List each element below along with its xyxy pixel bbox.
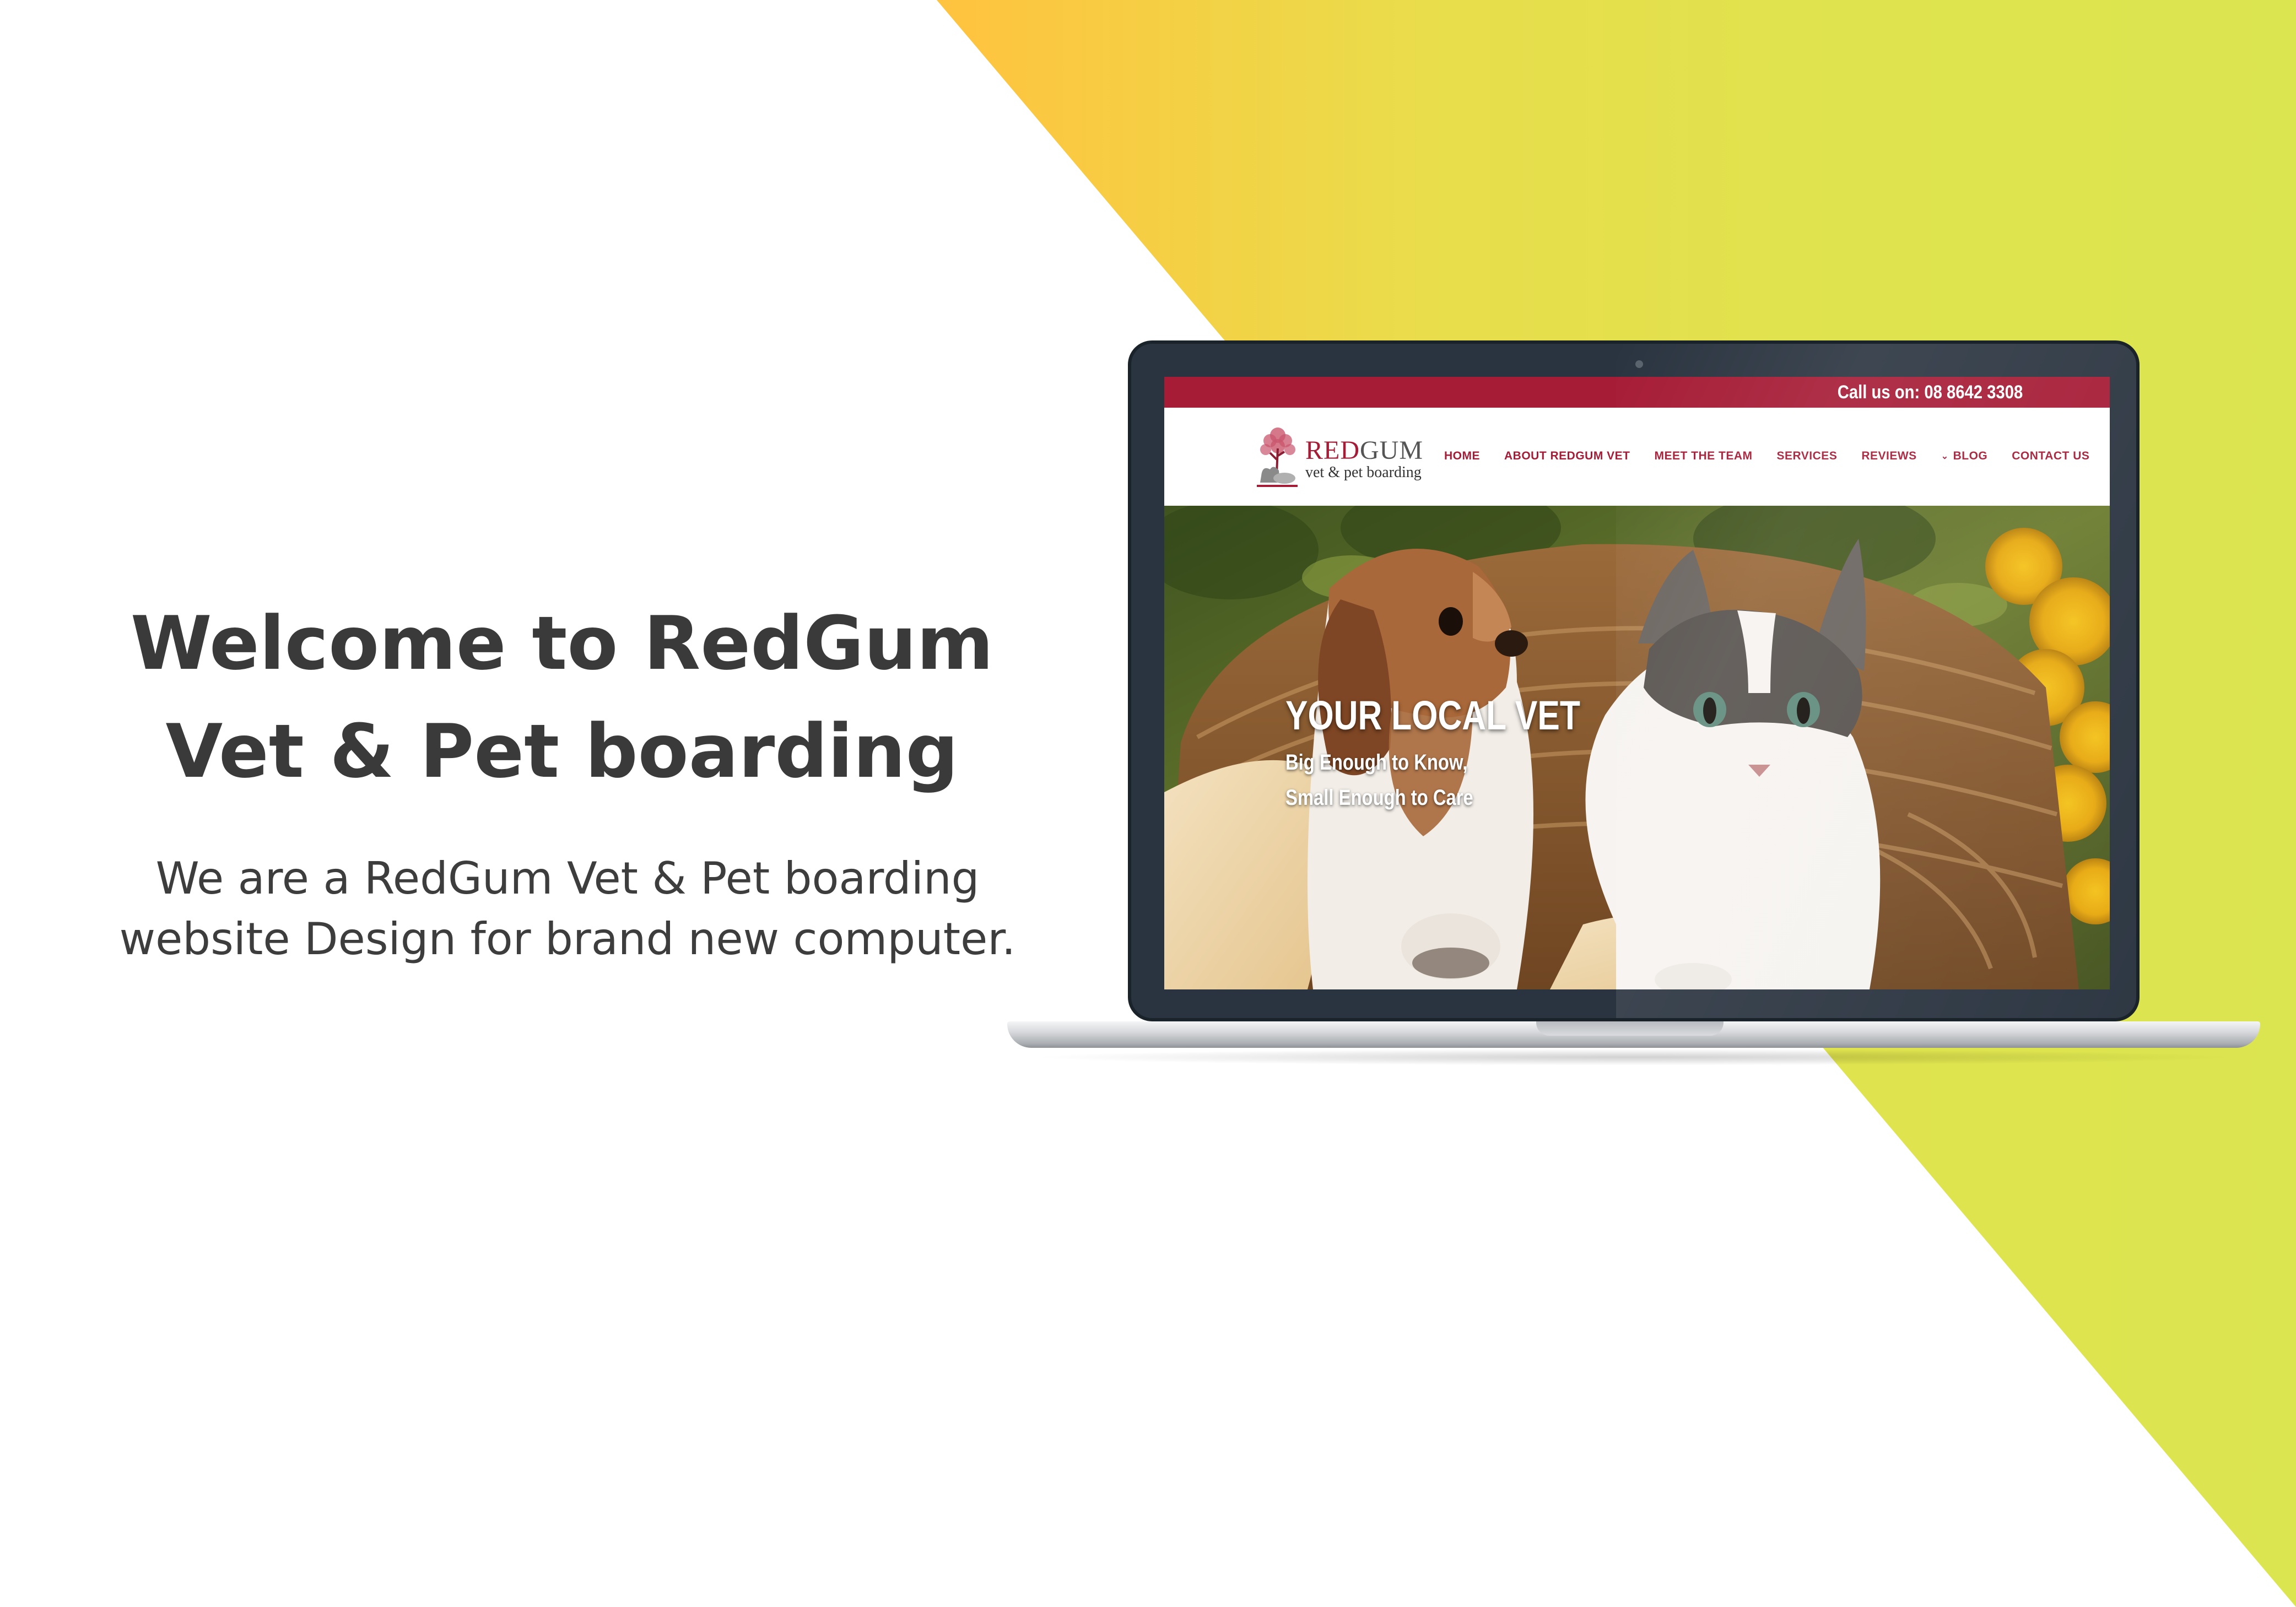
site-topbar: Call us on: 08 8642 3308 [1164,377,2110,408]
camera-icon [1635,360,1643,368]
laptop-lid: Call us on: 08 8642 3308 REDGUM vet & pe… [1128,340,2140,1021]
nav-contact[interactable]: CONTACT US [2012,450,2089,463]
hero-image-puppy-kitten [1164,506,2110,989]
nav-services[interactable]: SERVICES [1777,450,1838,463]
logo-tagline: vet & pet boarding [1305,464,1422,481]
chevron-down-icon: ⌄ [1941,452,1949,461]
laptop-screen: Call us on: 08 8642 3308 REDGUM vet & pe… [1164,377,2110,989]
site-logo[interactable]: REDGUM vet & pet boarding [1251,421,1423,498]
nav-blog-label: BLOG [1953,450,1988,462]
laptop-notch [1536,1021,1724,1036]
hero-subtitle-line-1: Big Enough to Know, [1285,750,1468,775]
call-us-phone-link[interactable]: Call us on: 08 8642 3308 [1838,377,2023,408]
site-header: REDGUM vet & pet boarding HOME ABOUT RED… [1164,408,2110,506]
logo-wordmark-gray: GUM [1360,436,1424,465]
nav-about[interactable]: ABOUT REDGUM VET [1504,450,1630,463]
heading-line-1: Welcome to RedGum [130,600,994,686]
tree-icon [1257,428,1298,487]
laptop-shadow [1030,1049,2237,1065]
page-description: We are a RedGum Vet & Pet boarding websi… [105,848,1030,970]
nav-reviews[interactable]: REVIEWS [1861,450,1916,463]
heading-line-2: Vet & Pet boarding [165,708,959,794]
laptop-base [1007,1021,2260,1048]
logo-wordmark: REDGUM [1305,435,1423,466]
hero-banner: YOUR LOCAL VET Big Enough to Know, Small… [1164,506,2110,989]
description-line-2: website Design for brand new computer. [119,913,1016,965]
nav-home[interactable]: HOME [1444,450,1480,463]
description-line-1: We are a RedGum Vet & Pet boarding [155,853,980,904]
hero-subtitle-line-2: Small Enough to Care [1285,786,1473,810]
nav-meet-the-team[interactable]: MEET THE TEAM [1655,450,1753,463]
nav-blog[interactable]: ⌄ BLOG [1941,450,1988,463]
main-nav: HOME ABOUT REDGUM VET MEET THE TEAM SERV… [1444,445,2089,467]
hero-title: YOUR LOCAL VET [1285,692,1580,738]
page-heading: Welcome to RedGum Vet & Pet boarding [110,589,1014,805]
logo-wordmark-red: RED [1305,436,1360,465]
